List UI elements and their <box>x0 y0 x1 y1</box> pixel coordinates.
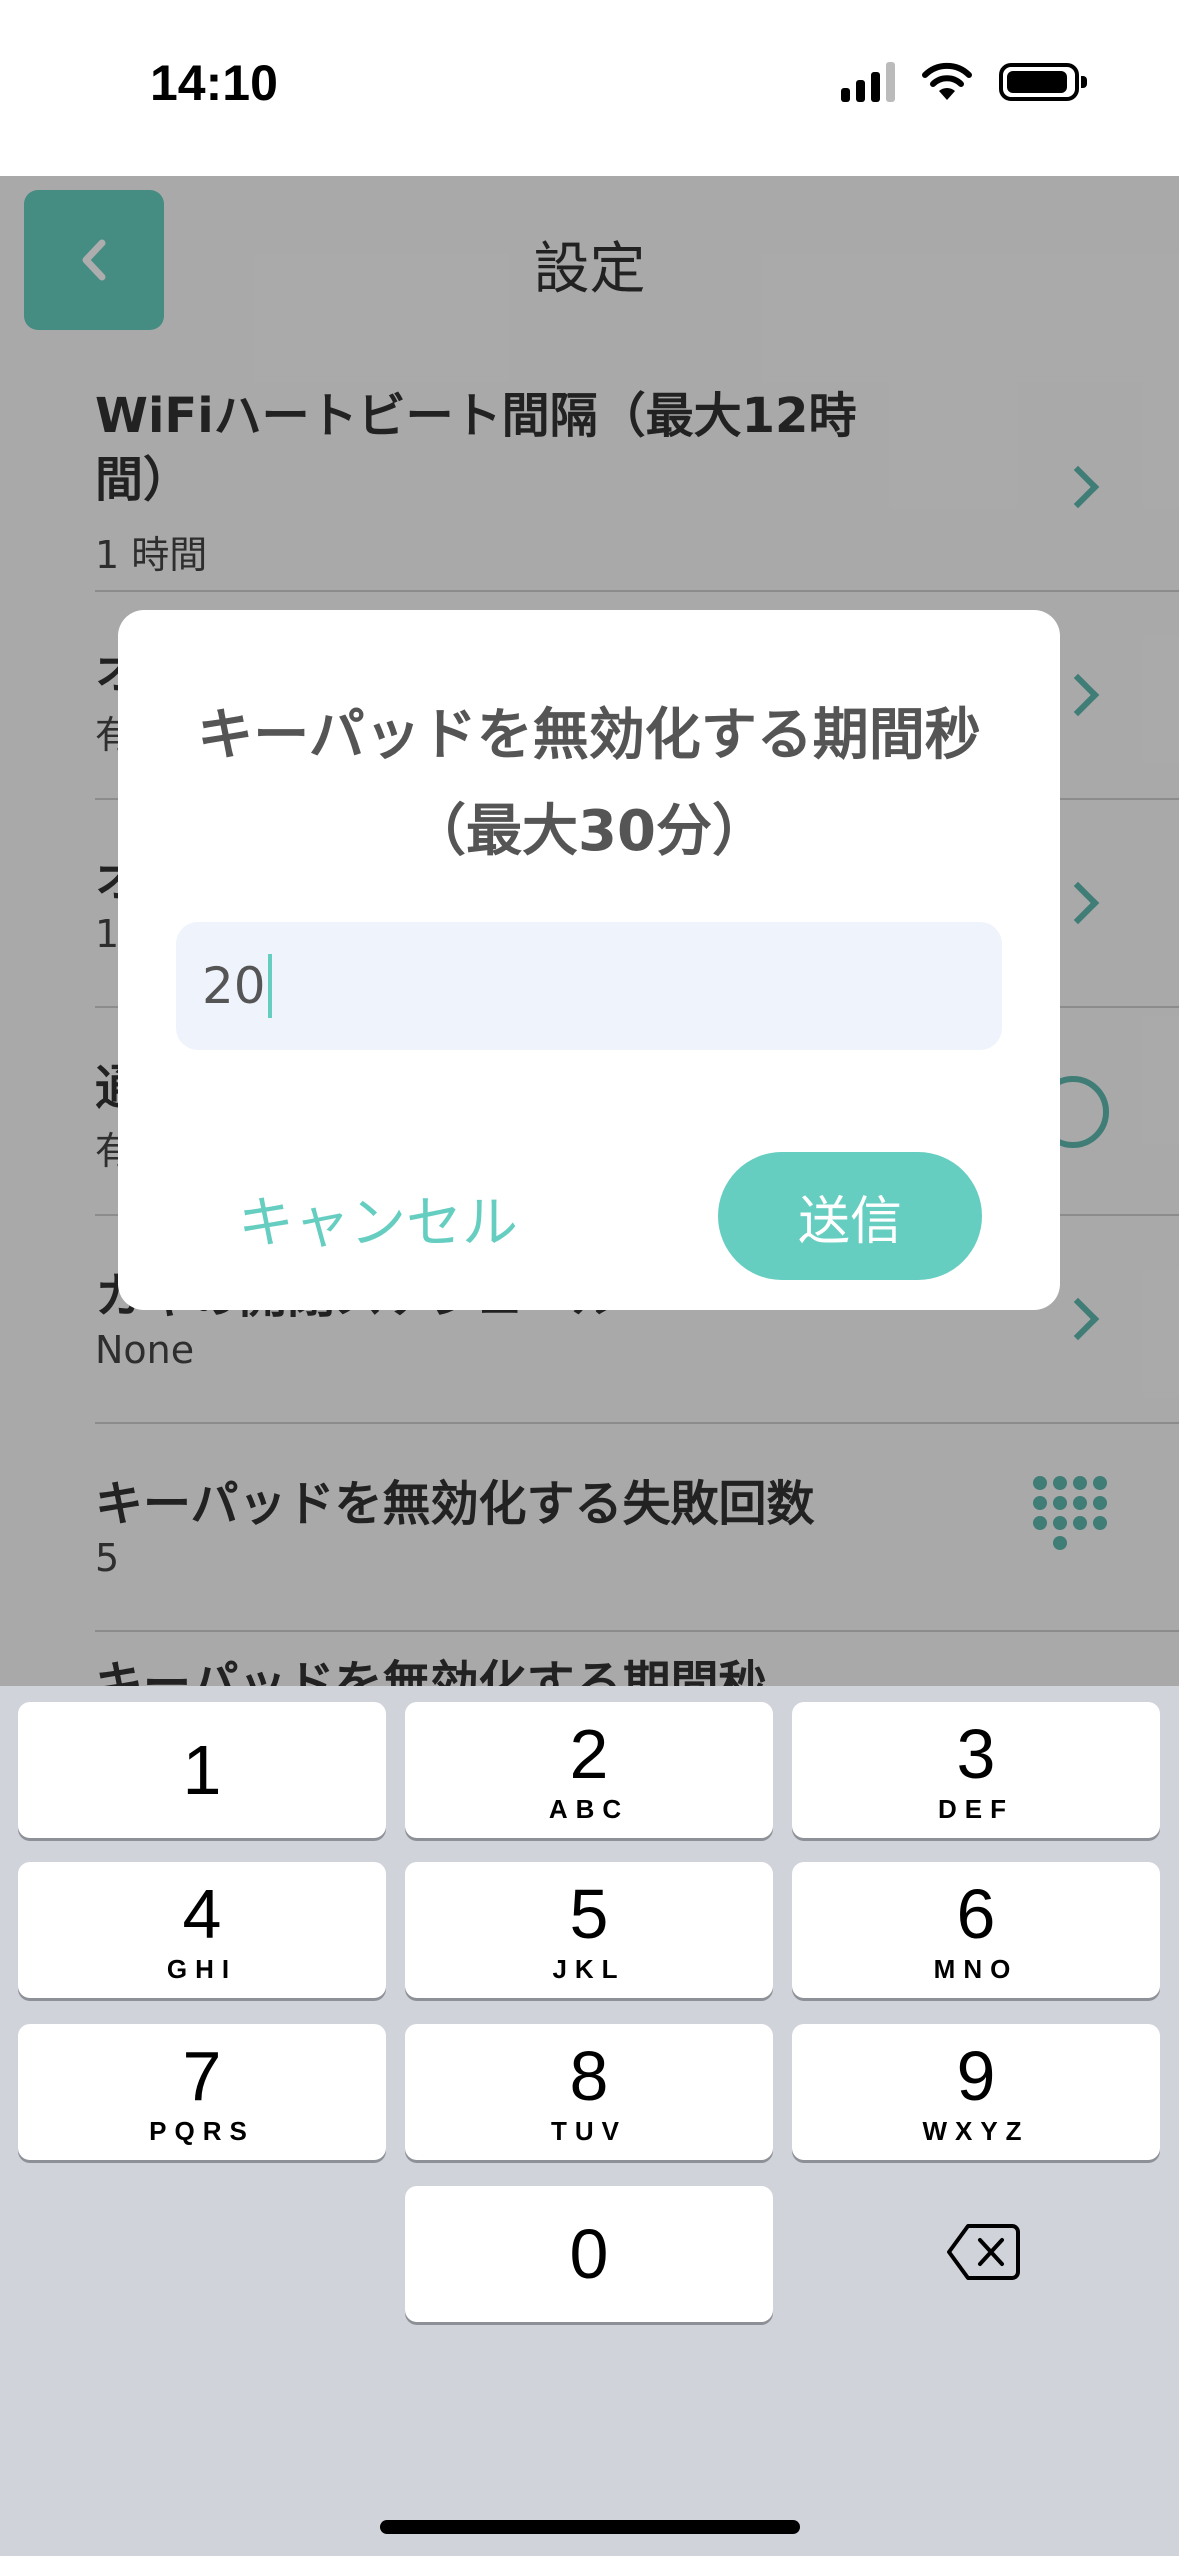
wifi-icon <box>922 62 972 100</box>
key-9[interactable]: 9 WXYZ <box>792 2024 1160 2160</box>
key-4[interactable]: 4 GHI <box>18 1862 386 1998</box>
key-digit: 7 <box>182 2036 222 2115</box>
input-dialog: キーパッドを無効化する期間秒（最大30分） 20 キャンセル 送信 <box>118 610 1060 1310</box>
numeric-keyboard: 1 2 ABC 3 DEF 4 GHI 5 JKL 6 MNO 7 PQRS 8… <box>0 1686 1179 2556</box>
cancel-button[interactable]: キャンセル <box>238 1178 518 1259</box>
key-digit: 9 <box>956 2036 996 2115</box>
key-digit: 5 <box>569 1874 609 1953</box>
key-letters: TUV <box>551 2115 627 2146</box>
delete-key[interactable] <box>946 2222 1020 2282</box>
key-digit: 6 <box>956 1874 996 1953</box>
key-digit: 4 <box>182 1874 222 1953</box>
key-digit: 1 <box>182 1731 222 1809</box>
period-seconds-input[interactable]: 20 <box>176 922 1002 1050</box>
key-digit: 0 <box>569 2215 609 2293</box>
cellular-signal-icon <box>841 62 895 102</box>
key-2[interactable]: 2 ABC <box>405 1702 773 1838</box>
key-letters: ABC <box>548 1793 630 1824</box>
text-caret <box>267 954 272 1018</box>
key-letters: JKL <box>552 1953 626 1984</box>
battery-icon <box>999 63 1087 101</box>
key-5[interactable]: 5 JKL <box>405 1862 773 1998</box>
home-indicator[interactable] <box>380 2520 800 2534</box>
key-letters: GHI <box>166 1953 238 1984</box>
key-digit: 3 <box>956 1714 996 1793</box>
status-icons <box>841 62 1087 102</box>
key-letters: PQRS <box>149 2115 255 2146</box>
input-value: 20 <box>202 957 266 1015</box>
key-3[interactable]: 3 DEF <box>792 1702 1160 1838</box>
key-8[interactable]: 8 TUV <box>405 2024 773 2160</box>
key-letters: DEF <box>938 1793 1014 1824</box>
key-7[interactable]: 7 PQRS <box>18 2024 386 2160</box>
key-letters: MNO <box>933 1953 1019 1984</box>
status-time: 14:10 <box>150 55 278 111</box>
key-letters: WXYZ <box>922 2115 1030 2146</box>
key-digit: 2 <box>569 1714 609 1793</box>
key-0[interactable]: 0 <box>405 2186 773 2322</box>
key-digit: 8 <box>569 2036 609 2115</box>
key-1[interactable]: 1 <box>18 1702 386 1838</box>
key-6[interactable]: 6 MNO <box>792 1862 1160 1998</box>
send-button[interactable]: 送信 <box>718 1152 982 1280</box>
dialog-title: キーパッドを無効化する期間秒（最大30分） <box>197 703 981 864</box>
status-bar: 14:10 <box>0 0 1179 176</box>
